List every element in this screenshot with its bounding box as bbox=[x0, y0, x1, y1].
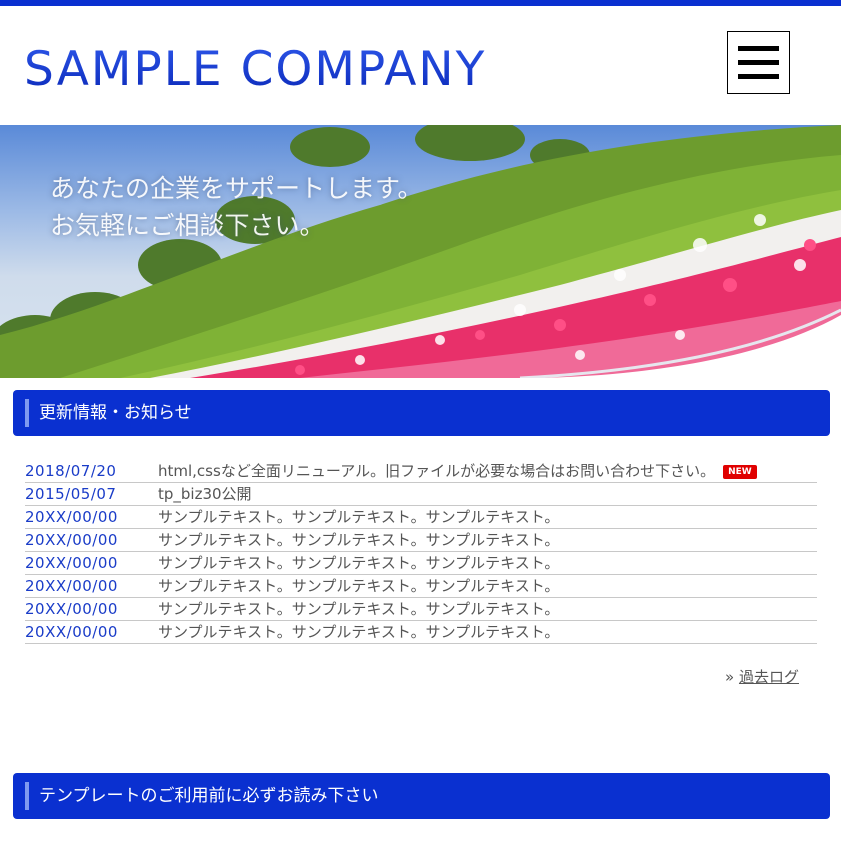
news-date: 2015/05/07 bbox=[25, 485, 117, 503]
news-date: 20XX/00/00 bbox=[25, 508, 118, 526]
news-row: 20XX/00/00 サンプルテキスト。サンプルテキスト。サンプルテキスト。 bbox=[25, 598, 817, 621]
news-date: 2018/07/20 bbox=[25, 462, 117, 480]
notice-section-header: テンプレートのご利用前に必ずお読み下さい bbox=[13, 773, 830, 819]
news-row: 20XX/00/00 サンプルテキスト。サンプルテキスト。サンプルテキスト。 bbox=[25, 552, 817, 575]
notice-section-title: テンプレートのご利用前に必ずお読み下さい bbox=[39, 786, 379, 806]
news-row: 2018/07/20 html,cssなど全面リニューアル。旧ファイルが必要な場… bbox=[25, 460, 817, 483]
hero-banner: あなたの企業をサポートします。 お気軽にご相談下さい。 bbox=[0, 125, 841, 378]
hero-catchphrase: あなたの企業をサポートします。 お気軽にご相談下さい。 bbox=[50, 170, 423, 244]
news-text: サンプルテキスト。サンプルテキスト。サンプルテキスト。 bbox=[158, 623, 560, 641]
news-text: サンプルテキスト。サンプルテキスト。サンプルテキスト。 bbox=[158, 531, 560, 549]
news-row: 20XX/00/00 サンプルテキスト。サンプルテキスト。サンプルテキスト。 bbox=[25, 575, 817, 598]
hero-flower-hillside-image bbox=[0, 125, 841, 378]
past-log-link-area: » 過去ログ bbox=[725, 666, 799, 687]
news-text: tp_biz30公開 bbox=[158, 485, 252, 503]
news-date: 20XX/00/00 bbox=[25, 600, 118, 618]
new-badge: NEW bbox=[723, 465, 757, 479]
news-date: 20XX/00/00 bbox=[25, 554, 118, 572]
news-text: html,cssなど全面リニューアル。旧ファイルが必要な場合はお問い合わせ下さい… bbox=[158, 462, 716, 480]
hero-line-1: あなたの企業をサポートします。 bbox=[50, 174, 423, 203]
double-chevron-right-icon: » bbox=[725, 668, 735, 686]
news-section-header: 更新情報・お知らせ bbox=[13, 390, 830, 436]
hero-line-2: お気軽にご相談下さい。 bbox=[50, 211, 325, 240]
news-text: サンプルテキスト。サンプルテキスト。サンプルテキスト。 bbox=[158, 508, 560, 526]
news-row: 20XX/00/00 サンプルテキスト。サンプルテキスト。サンプルテキスト。 bbox=[25, 506, 817, 529]
heading-accent-bar bbox=[25, 399, 29, 427]
news-row: 20XX/00/00 サンプルテキスト。サンプルテキスト。サンプルテキスト。 bbox=[25, 529, 817, 552]
news-row: 20XX/00/00 サンプルテキスト。サンプルテキスト。サンプルテキスト。 bbox=[25, 621, 817, 644]
news-text: サンプルテキスト。サンプルテキスト。サンプルテキスト。 bbox=[158, 577, 560, 595]
news-date: 20XX/00/00 bbox=[25, 623, 118, 641]
site-logo[interactable]: SAMPLE COMPANY bbox=[24, 44, 486, 96]
news-text: サンプルテキスト。サンプルテキスト。サンプルテキスト。 bbox=[158, 600, 560, 618]
news-section-title: 更新情報・お知らせ bbox=[39, 403, 192, 423]
news-date: 20XX/00/00 bbox=[25, 531, 118, 549]
news-text: サンプルテキスト。サンプルテキスト。サンプルテキスト。 bbox=[158, 554, 560, 572]
site-header: SAMPLE COMPANY bbox=[0, 6, 841, 125]
news-list: 2018/07/20 html,cssなど全面リニューアル。旧ファイルが必要な場… bbox=[25, 460, 817, 644]
hamburger-menu-button[interactable] bbox=[727, 31, 790, 94]
news-row: 2015/05/07 tp_biz30公開 bbox=[25, 483, 817, 506]
news-date: 20XX/00/00 bbox=[25, 577, 118, 595]
past-log-link[interactable]: 過去ログ bbox=[739, 668, 799, 686]
heading-accent-bar bbox=[25, 782, 29, 810]
